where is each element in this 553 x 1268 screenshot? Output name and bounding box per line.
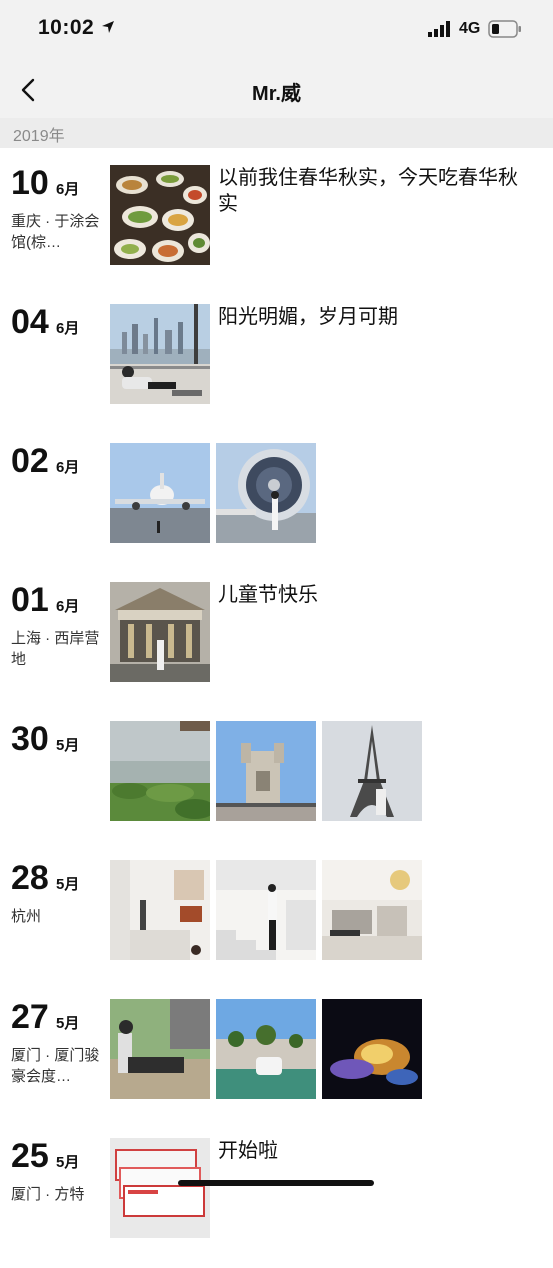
- entry-caption[interactable]: 阳光明媚，岁月可期: [218, 304, 518, 330]
- moment-entry[interactable]: 10 6月重庆 · 于涂会馆(棕… 以前我住春华秋实，今天吃春华秋实: [0, 165, 553, 295]
- entry-month: 5月: [56, 1015, 80, 1032]
- entry-location: 厦门 · 方特: [11, 1186, 85, 1203]
- moment-entry[interactable]: 30 5月: [0, 721, 553, 851]
- photo-thumbnail-carousel[interactable]: [110, 582, 210, 682]
- photo-thumbnail-city-skyline-lounge[interactable]: [110, 304, 210, 404]
- photo-thumbnail-white-stairs-pose[interactable]: [216, 860, 316, 960]
- entry-caption[interactable]: 以前我住春华秋实，今天吃春华秋实: [218, 165, 518, 217]
- entry-day: 02: [11, 442, 49, 480]
- page-title: Mr.威: [252, 83, 301, 105]
- photo-thumbnail-jet-engine-pose[interactable]: [216, 443, 316, 543]
- status-time: 10:02: [38, 16, 95, 39]
- entry-location: 重庆 · 于涂会馆(棕…: [11, 213, 100, 251]
- photo-thumbnail-white-interior[interactable]: [110, 860, 210, 960]
- entry-day: 04: [11, 303, 49, 341]
- photo-thumbnail-lake-forest-view[interactable]: [110, 721, 210, 821]
- entry-day: 27: [11, 998, 49, 1036]
- photo-thumbnail-tickets[interactable]: [110, 1138, 210, 1238]
- moment-entry[interactable]: 28 5月 杭州: [0, 860, 553, 990]
- entry-day: 30: [11, 720, 49, 758]
- photo-thumbnail-airplane-tarmac[interactable]: [110, 443, 210, 543]
- photo-thumbnail-castle-tower[interactable]: [216, 721, 316, 821]
- photo-thumbnail-stage-lights[interactable]: [322, 999, 422, 1099]
- entry-month: 6月: [56, 459, 80, 476]
- moment-entry[interactable]: 02 6月: [0, 443, 553, 573]
- entry-location: 上海 · 西岸营地: [11, 630, 100, 668]
- year-label: 2019年: [13, 128, 65, 145]
- status-bar: 10:02 4G: [0, 0, 553, 60]
- network-type: 4G: [459, 20, 481, 37]
- entry-month: 5月: [56, 876, 80, 893]
- entry-day: 01: [11, 581, 49, 619]
- moment-entry[interactable]: 04 6月 阳光明媚，岁月可期: [0, 304, 553, 434]
- battery-icon: [488, 20, 521, 38]
- year-header: 2019年: [0, 118, 553, 148]
- signal-icon: [428, 21, 450, 37]
- entry-caption[interactable]: 儿童节快乐: [218, 582, 518, 608]
- moment-entry[interactable]: 27 5月厦门 · 厦门骏豪会度…: [0, 999, 553, 1129]
- nav-bar: Mr.威: [0, 60, 553, 118]
- entry-caption[interactable]: 开始啦: [218, 1138, 518, 1164]
- photo-thumbnail-food-spread[interactable]: [110, 165, 210, 265]
- moment-entry[interactable]: 25 5月厦门 · 方特 开始啦: [0, 1138, 553, 1268]
- entry-day: 10: [11, 164, 49, 202]
- entry-month: 5月: [56, 1154, 80, 1171]
- entry-day: 28: [11, 859, 49, 897]
- home-indicator[interactable]: [178, 1180, 374, 1186]
- photo-thumbnail-pool-lounge[interactable]: [110, 999, 210, 1099]
- photo-thumbnail-eiffel-tower[interactable]: [322, 721, 422, 821]
- moment-entry[interactable]: 01 6月上海 · 西岸营地 儿童节快乐: [0, 582, 553, 712]
- entry-month: 6月: [56, 598, 80, 615]
- photo-thumbnail-resort-garden[interactable]: [216, 999, 316, 1099]
- entry-day: 25: [11, 1137, 49, 1175]
- entry-month: 5月: [56, 737, 80, 754]
- location-arrow-icon: [102, 21, 114, 33]
- entry-location: 杭州: [11, 908, 42, 925]
- entry-month: 6月: [56, 320, 80, 337]
- photo-thumbnail-chandelier-room[interactable]: [322, 860, 422, 960]
- entry-month: 6月: [56, 181, 80, 198]
- entry-location: 厦门 · 厦门骏豪会度…: [11, 1047, 100, 1085]
